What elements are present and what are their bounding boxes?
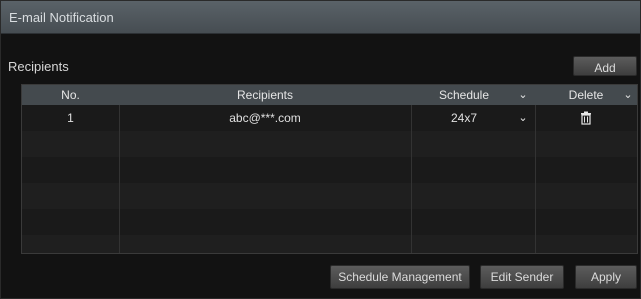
title-bar: E-mail Notification bbox=[1, 1, 640, 34]
chevron-down-icon[interactable]: ⌄ bbox=[621, 85, 635, 105]
recipient-email: abc@***.com bbox=[229, 111, 301, 125]
column-header-schedule: Schedule bbox=[438, 88, 490, 102]
trash-icon[interactable] bbox=[580, 111, 592, 125]
table-row[interactable]: 1 abc@***.com 24x7 ⌄ bbox=[22, 105, 637, 131]
table-row bbox=[22, 209, 637, 235]
table-row bbox=[22, 131, 637, 157]
column-header-no: No. bbox=[61, 88, 80, 102]
edit-sender-label: Edit Sender bbox=[490, 270, 554, 284]
recipients-table: No. Recipients Schedule ⌄ Delete ⌄ 1 abc… bbox=[21, 84, 638, 254]
column-header-recipients: Recipients bbox=[236, 88, 294, 102]
column-divider bbox=[119, 105, 120, 253]
window-title: E-mail Notification bbox=[9, 10, 114, 25]
chevron-down-icon[interactable]: ⌄ bbox=[516, 108, 530, 128]
section-label: Recipients bbox=[8, 59, 69, 74]
table-row bbox=[22, 235, 637, 253]
add-button[interactable]: Add bbox=[573, 56, 637, 76]
chevron-down-icon[interactable]: ⌄ bbox=[516, 85, 530, 105]
row-number: 1 bbox=[67, 111, 74, 125]
column-divider bbox=[535, 105, 536, 253]
apply-button[interactable]: Apply bbox=[575, 265, 637, 289]
column-divider bbox=[411, 105, 412, 253]
table-header: No. Recipients Schedule ⌄ Delete ⌄ bbox=[22, 85, 637, 105]
edit-sender-button[interactable]: Edit Sender bbox=[480, 265, 564, 289]
table-row bbox=[22, 157, 637, 183]
apply-label: Apply bbox=[590, 270, 622, 284]
schedule-management-label: Schedule Management bbox=[338, 270, 462, 284]
email-notification-panel: E-mail Notification Recipients Add No. R… bbox=[0, 0, 641, 299]
table-row bbox=[22, 183, 637, 209]
schedule-value[interactable]: 24x7 bbox=[411, 111, 517, 125]
add-button-label: Add bbox=[594, 61, 616, 75]
schedule-management-button[interactable]: Schedule Management bbox=[330, 265, 470, 289]
